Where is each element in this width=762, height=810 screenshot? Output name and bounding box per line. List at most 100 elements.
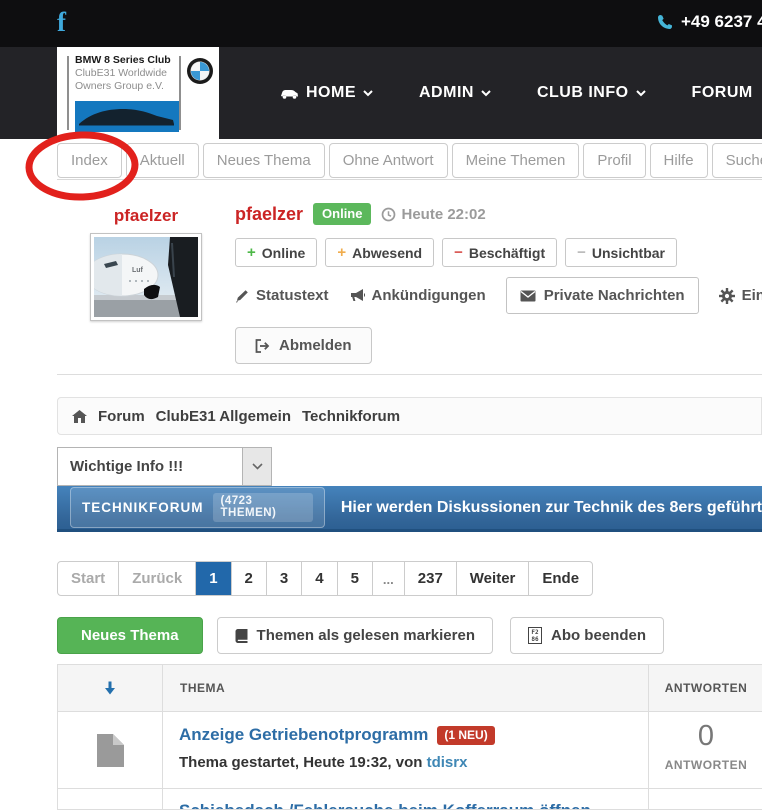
forum-banner: TECHNIKFORUM (4723 THEMEN) Hier werden D… bbox=[57, 486, 762, 532]
status-away-label: Abwesend bbox=[352, 245, 422, 261]
nav-home[interactable]: HOME bbox=[280, 84, 373, 102]
important-info-select[interactable]: Wichtige Info !!! bbox=[57, 447, 272, 486]
replies-cell bbox=[649, 789, 762, 810]
online-status-badge: Online bbox=[313, 203, 371, 225]
private-messages-button[interactable]: Private Nachrichten bbox=[506, 277, 699, 314]
last-seen: Heute 22:02 bbox=[381, 206, 485, 223]
tab-ohne-antwort[interactable]: Ohne Antwort bbox=[329, 143, 448, 178]
select-arrow-button[interactable] bbox=[242, 448, 271, 485]
new-posts-badge: (1 NEU) bbox=[437, 726, 494, 745]
topics-table: THEMA ANTWORTEN Anzeige Getriebenotprogr… bbox=[57, 664, 762, 810]
pencil-icon bbox=[235, 289, 249, 303]
new-topic-button[interactable]: Neues Thema bbox=[57, 617, 203, 654]
nav-club-info[interactable]: CLUB INFO bbox=[537, 84, 646, 102]
tab-suche[interactable]: Suche bbox=[712, 143, 762, 178]
phone-icon bbox=[657, 14, 673, 30]
last-seen-time: Heute 22:02 bbox=[401, 206, 485, 223]
breadcrumb-current: Technikforum bbox=[302, 408, 400, 425]
nav-admin[interactable]: ADMIN bbox=[419, 84, 491, 102]
page-back[interactable]: Zurück bbox=[119, 562, 196, 595]
table-row: Anzeige Getriebenotprogramm (1 NEU) Them… bbox=[58, 712, 762, 789]
missing-glyph-icon: F2 86 bbox=[528, 627, 542, 644]
page-2[interactable]: 2 bbox=[232, 562, 267, 595]
page-next[interactable]: Weiter bbox=[457, 562, 530, 595]
tab-meine-themen[interactable]: Meine Themen bbox=[452, 143, 580, 178]
settings-label: Einstellungen bbox=[742, 287, 762, 304]
home-icon[interactable] bbox=[72, 410, 87, 423]
forum-tab-bar: Index Aktuell Neues Thema Ohne Antwort M… bbox=[57, 143, 762, 178]
tab-hilfe[interactable]: Hilfe bbox=[650, 143, 708, 178]
topic-file-icon bbox=[58, 712, 163, 788]
tab-index[interactable]: Index bbox=[57, 143, 122, 178]
mark-read-button[interactable]: Themen als gelesen markieren bbox=[217, 617, 493, 654]
topic-meta: Thema gestartet, Heute 19:32, von tdisrx bbox=[179, 754, 632, 771]
replies-count: 0 bbox=[649, 720, 762, 753]
topic-meta-prefix: Thema gestartet, Heute 19:32, von bbox=[179, 754, 427, 771]
topic-cell: Schiebedach /Fehlersuche beim Kofferraum… bbox=[163, 789, 649, 810]
page-5[interactable]: 5 bbox=[338, 562, 373, 595]
clock-icon bbox=[381, 207, 396, 222]
antworten-column-header[interactable]: ANTWORTEN bbox=[649, 665, 762, 711]
user-panel: pfaelzer Online Heute 22:02 + Online + A… bbox=[235, 203, 762, 364]
logout-label: Abmelden bbox=[279, 337, 352, 354]
page-1[interactable]: 1 bbox=[196, 562, 231, 595]
svg-text:Luf: Luf bbox=[132, 267, 144, 274]
status-invisible-button[interactable]: − Unsichtbar bbox=[565, 238, 677, 267]
settings-link[interactable]: Einstellungen bbox=[719, 287, 762, 304]
logout-button[interactable]: Abmelden bbox=[235, 327, 372, 364]
forum-description: Hier werden Diskussionen zur Technik des… bbox=[341, 499, 762, 517]
announcements-link[interactable]: Ankündigungen bbox=[349, 287, 486, 304]
page-start[interactable]: Start bbox=[58, 562, 119, 595]
thema-column-header[interactable]: THEMA bbox=[163, 665, 649, 711]
forum-banner-label[interactable]: TECHNIKFORUM (4723 THEMEN) bbox=[70, 487, 325, 528]
topic-count-badge: (4723 THEMEN) bbox=[213, 493, 313, 522]
nav-admin-label: ADMIN bbox=[419, 84, 474, 102]
site-header: BMW 8 Series Club ClubE31 Worldwide Owne… bbox=[0, 47, 762, 139]
breadcrumb-forum[interactable]: Forum bbox=[98, 408, 145, 425]
avatar[interactable]: Luf bbox=[90, 233, 202, 321]
section-divider bbox=[57, 374, 762, 375]
username[interactable]: pfaelzer bbox=[235, 204, 303, 225]
thema-header-label: THEMA bbox=[180, 681, 225, 695]
logo-title: BMW 8 Series Club bbox=[75, 54, 177, 67]
table-header-row: THEMA ANTWORTEN bbox=[58, 665, 762, 712]
tab-neues-thema[interactable]: Neues Thema bbox=[203, 143, 325, 178]
table-row: Schiebedach /Fehlersuche beim Kofferraum… bbox=[58, 789, 762, 810]
page-ellipsis: ... bbox=[373, 562, 405, 595]
page-3[interactable]: 3 bbox=[267, 562, 302, 595]
top-bar: f +49 6237 403 bbox=[0, 0, 762, 47]
envelope-icon bbox=[520, 290, 536, 302]
status-online-button[interactable]: + Online bbox=[235, 238, 317, 267]
phone-number[interactable]: +49 6237 403 bbox=[681, 12, 762, 32]
club-logo[interactable]: BMW 8 Series Club ClubE31 Worldwide Owne… bbox=[57, 47, 219, 139]
forum-title: TECHNIKFORUM bbox=[82, 500, 204, 515]
announcements-label: Ankündigungen bbox=[372, 287, 486, 304]
topic-title-link[interactable]: Anzeige Getriebenotprogramm bbox=[179, 725, 428, 745]
topic-author-link[interactable]: tdisrx bbox=[427, 754, 468, 771]
page-end[interactable]: Ende bbox=[529, 562, 592, 595]
status-away-button[interactable]: + Abwesend bbox=[325, 238, 434, 267]
minus-icon: − bbox=[454, 244, 463, 261]
page-4[interactable]: 4 bbox=[302, 562, 337, 595]
status-busy-label: Beschäftigt bbox=[469, 245, 545, 261]
breadcrumb-cat[interactable]: ClubE31 Allgemein bbox=[156, 408, 291, 425]
nav-forum[interactable]: FORUM bbox=[692, 84, 753, 102]
megaphone-icon bbox=[349, 288, 365, 303]
sort-column-header[interactable] bbox=[58, 665, 163, 711]
page-237[interactable]: 237 bbox=[405, 562, 457, 595]
sidebar-username[interactable]: pfaelzer bbox=[90, 206, 202, 226]
user-info-row: pfaelzer Online Heute 22:02 bbox=[235, 203, 762, 225]
tab-profil[interactable]: Profil bbox=[583, 143, 645, 178]
minus-icon: − bbox=[577, 244, 586, 261]
unsubscribe-button[interactable]: F2 86 Abo beenden bbox=[510, 617, 664, 654]
tab-bar-border bbox=[57, 179, 762, 180]
statustext-label: Statustext bbox=[256, 287, 329, 304]
statustext-link[interactable]: Statustext bbox=[235, 287, 329, 304]
status-busy-button[interactable]: − Beschäftigt bbox=[442, 238, 557, 267]
logo-subtitle-1: ClubE31 Worldwide bbox=[75, 67, 177, 80]
main-nav: HOME ADMIN CLUB INFO FORUM bbox=[280, 47, 753, 139]
replies-label: ANTWORTEN bbox=[649, 758, 762, 772]
tab-aktuell[interactable]: Aktuell bbox=[126, 143, 199, 178]
topic-actions: Neues Thema Themen als gelesen markieren… bbox=[57, 617, 664, 654]
facebook-icon[interactable]: f bbox=[57, 7, 66, 38]
